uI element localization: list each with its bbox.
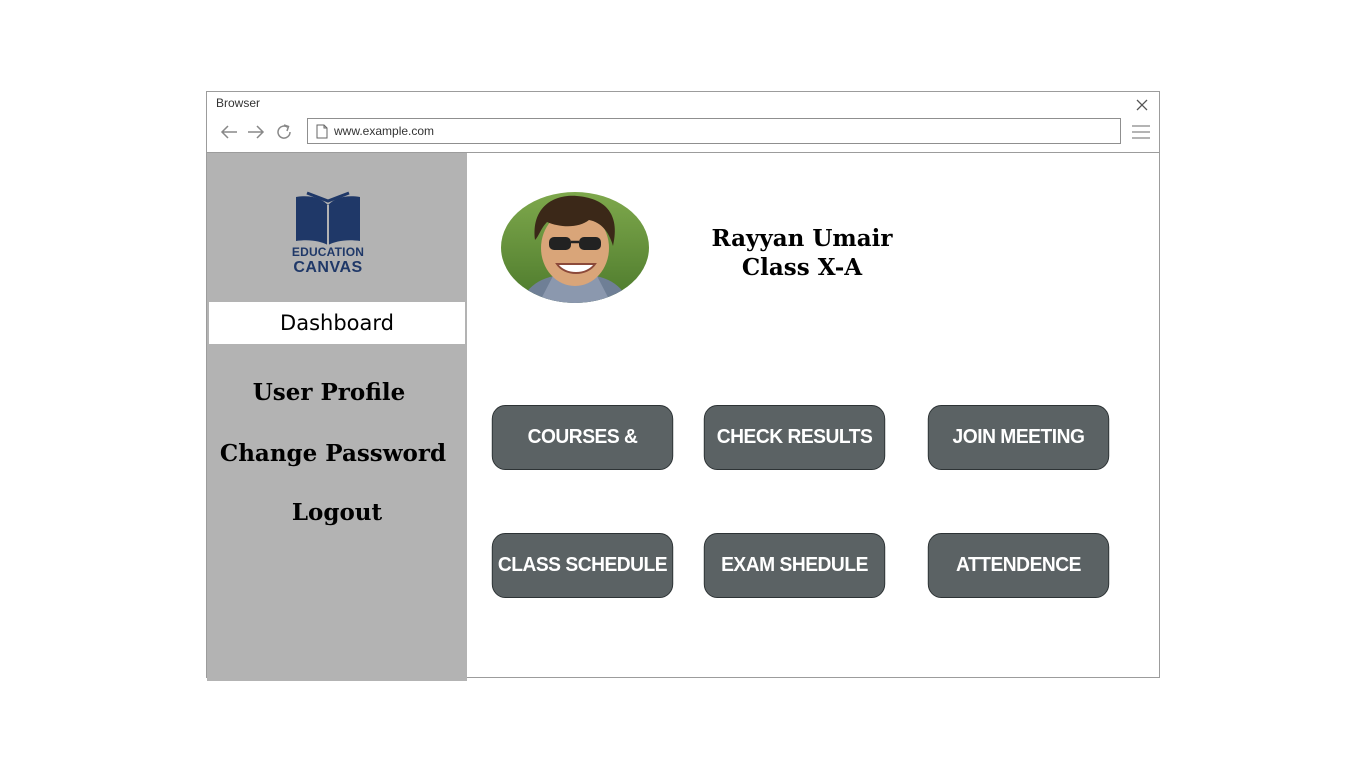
student-class: Class X-A (741, 254, 863, 281)
courses-classes-button[interactable]: COURSES & CLASSES (491, 405, 674, 511)
back-arrow-icon[interactable] (219, 122, 239, 142)
url-text: www.example.com (334, 124, 435, 138)
browser-title: Browser (216, 96, 261, 110)
forward-arrow-icon[interactable] (246, 122, 266, 142)
sidebar-item-change-password[interactable]: Change Password (203, 440, 463, 467)
logo-text-canvas: CANVAS (293, 259, 363, 276)
sidebar-item-logout[interactable]: Logout (207, 499, 467, 526)
class-schedule-button[interactable]: CLASS SCHEDULE (491, 533, 674, 598)
education-canvas-logo: EDUCATION CANVAS (287, 189, 369, 279)
page-icon (316, 124, 328, 139)
student-photo (501, 192, 649, 303)
hamburger-menu-icon[interactable] (1131, 124, 1151, 140)
open-book-icon (296, 191, 360, 245)
join-meeting-button[interactable]: JOIN MEETING (927, 405, 1110, 470)
logo-text-education: EDUCATION (291, 245, 365, 259)
sidebar-item-dashboard[interactable]: Dashboard (209, 302, 465, 344)
avatar (501, 192, 649, 303)
sidebar: EDUCATION CANVAS Dashboard User Profile … (207, 153, 467, 681)
student-name: Rayyan Umair (711, 225, 893, 252)
reload-icon[interactable] (274, 122, 294, 142)
sidebar-item-user-profile[interactable]: User Profile (199, 379, 459, 406)
exam-schedule-button[interactable]: EXAM SHEDULE (703, 533, 886, 598)
browser-toolbar: Browser www.example.com (207, 92, 1159, 153)
browser-window: Browser www.example.com EDUCATION CANVAS… (206, 91, 1160, 681)
close-icon[interactable] (1135, 98, 1149, 112)
attendance-button[interactable]: ATTENDENCE (927, 533, 1110, 598)
address-bar[interactable]: www.example.com (307, 118, 1121, 144)
check-results-button[interactable]: CHECK RESULTS (703, 405, 886, 470)
